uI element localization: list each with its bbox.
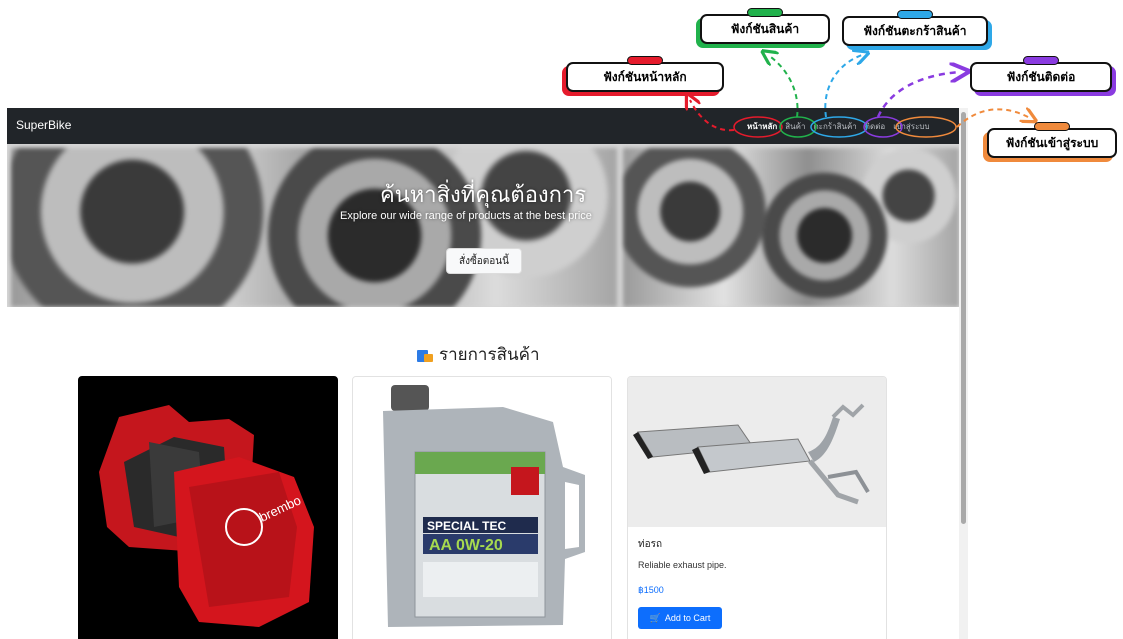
hero-carousel: ค้นหาสิ่งที่คุณต้องการ Explore our wide … xyxy=(7,144,959,307)
hero-subtitle: Explore our wide range of products at th… xyxy=(340,210,592,222)
nav-cart[interactable]: ตะกร้าสินค้า xyxy=(813,120,856,134)
nav-home[interactable]: หน้าหลัก xyxy=(747,120,777,134)
brake-pads-image: brembo xyxy=(79,377,337,639)
product-description: Reliable exhaust pipe. xyxy=(638,560,727,570)
svg-text:SPECIAL TEC: SPECIAL TEC xyxy=(427,519,506,533)
website-window: SuperBike หน้าหลัก สินค้า ตะกร้าสินค้า ต… xyxy=(7,108,959,639)
product-card-motor-oil[interactable]: SPECIAL TEC AA 0W-20 xyxy=(352,376,612,639)
nav-login[interactable]: เข้าสู่ระบบ xyxy=(893,120,929,134)
cart-icon: 🛒 xyxy=(649,612,661,623)
product-price: ฿1500 xyxy=(638,585,664,595)
navbar: SuperBike หน้าหลัก สินค้า ตะกร้าสินค้า ต… xyxy=(7,108,959,144)
brand-logo[interactable]: SuperBike xyxy=(16,118,71,132)
product-name: ท่อรถ xyxy=(638,539,663,550)
nav-products[interactable]: สินค้า xyxy=(785,120,805,134)
product-card-brake-pads[interactable]: brembo xyxy=(78,376,338,639)
callout-products-text: ฟังก์ชันสินค้า xyxy=(730,21,800,36)
callout-login-function: ฟังก์ชันเข้าสู่ระบบ xyxy=(987,122,1117,158)
nav-links: หน้าหลัก สินค้า ตะกร้าสินค้า ติดต่อ เข้า… xyxy=(747,120,930,134)
product-card-exhaust[interactable]: ท่อรถ Reliable exhaust pipe. ฿1500 🛒 Add… xyxy=(627,376,887,639)
callout-contact-function: ฟังก์ชันติดต่อ xyxy=(970,56,1112,92)
callout-cart-function: ฟังก์ชันตะกร้าสินค้า xyxy=(842,10,988,46)
package-icon xyxy=(417,347,433,363)
add-to-cart-button[interactable]: 🛒 Add to Cart xyxy=(638,607,722,629)
callout-home-function: ฟังก์ชันหน้าหลัก xyxy=(566,56,724,92)
hero-image-next xyxy=(623,148,959,307)
callout-home-text: ฟังก์ชันหน้าหลัก xyxy=(603,69,687,84)
order-now-button[interactable]: สั่งซื้อตอนนี้ xyxy=(446,248,522,274)
annotated-screenshot: SuperBike หน้าหลัก สินค้า ตะกร้าสินค้า ต… xyxy=(0,0,1123,639)
callout-cart-text: ฟังก์ชันตะกร้าสินค้า xyxy=(863,23,967,38)
exhaust-image xyxy=(628,377,886,527)
nav-contact[interactable]: ติดต่อ xyxy=(865,120,885,134)
page-scrollbar[interactable] xyxy=(959,108,968,639)
card-body: ท่อรถ Reliable exhaust pipe. ฿1500 xyxy=(638,537,878,596)
motor-oil-image: SPECIAL TEC AA 0W-20 xyxy=(353,377,611,639)
scrollbar-thumb[interactable] xyxy=(961,112,966,524)
section-title-text: รายการสินค้า xyxy=(439,345,540,365)
add-to-cart-label: Add to Cart xyxy=(664,613,711,623)
callout-contact-text: ฟังก์ชันติดต่อ xyxy=(1006,69,1076,84)
hero-image xyxy=(11,148,617,307)
callout-login-text: ฟังก์ชันเข้าสู่ระบบ xyxy=(1005,135,1099,150)
section-title: รายการสินค้า xyxy=(417,341,540,368)
callout-products-function: ฟังก์ชันสินค้า xyxy=(700,8,830,44)
hero-title: ค้นหาสิ่งที่คุณต้องการ xyxy=(380,183,587,208)
svg-text:AA 0W-20: AA 0W-20 xyxy=(429,537,503,554)
